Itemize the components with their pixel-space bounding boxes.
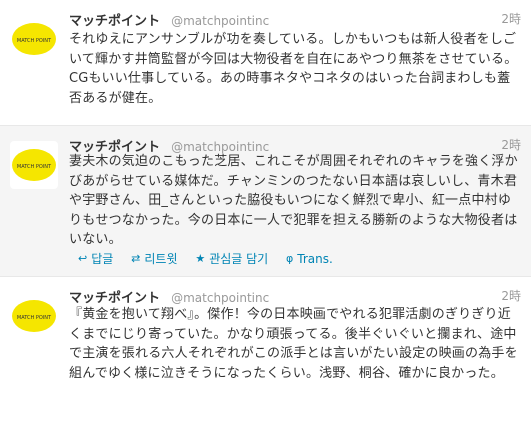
favorite-button[interactable]: ★ 관심글 담기 <box>195 250 268 267</box>
avatar-logo-text: MATCH POINT <box>17 164 52 170</box>
reply-icon: ↩ <box>78 252 88 265</box>
tweet-header: マッチポイント @matchpointinc 2時 <box>69 287 521 306</box>
avatar[interactable]: MATCH POINT <box>10 141 58 189</box>
tweet-time[interactable]: 2時 <box>501 287 521 304</box>
translate-icon: φ <box>286 252 294 265</box>
favorite-label: 관심글 담기 <box>209 252 269 266</box>
tweet-text: 妻夫木の気迫のこもった芝居、これこそが周囲それぞれのキャラを強く浮かびあがらせて… <box>69 154 518 247</box>
translate-button[interactable]: φ Trans. <box>286 252 333 266</box>
tweet-time[interactable]: 2時 <box>501 136 521 153</box>
avatar-logo-text: MATCH POINT <box>17 315 52 321</box>
retweet-label: 리트윗 <box>144 252 178 266</box>
tweet[interactable]: MATCH POINT マッチポイント @matchpointinc 2時 妻夫… <box>0 126 531 277</box>
tweet-time[interactable]: 2時 <box>501 10 521 27</box>
avatar-logo-text: MATCH POINT <box>17 38 52 44</box>
author-handle[interactable]: @matchpointinc <box>171 14 269 28</box>
reply-button[interactable]: ↩ 답글 <box>78 250 113 267</box>
tweet-text: 『黄金を抱いて翔べ』。傑作！今の日本映画でやれる犯罪活劇のぎりぎり近くまでにじり… <box>69 307 518 381</box>
author-name[interactable]: マッチポイント <box>69 14 160 29</box>
avatar[interactable]: MATCH POINT <box>10 15 58 63</box>
author-name[interactable]: マッチポイント <box>69 291 160 306</box>
author-handle[interactable]: @matchpointinc <box>171 291 269 305</box>
tweet[interactable]: MATCH POINT マッチポイント @matchpointinc 2時 『黄… <box>0 277 531 429</box>
reply-label: 답글 <box>91 252 114 266</box>
tweet[interactable]: MATCH POINT マッチポイント @matchpointinc 2時 それ… <box>0 0 531 126</box>
translate-label: Trans. <box>297 251 333 266</box>
tweet-actions: ↩ 답글 ⇄ 리트윗 ★ 관심글 담기 φ Trans. <box>78 250 347 267</box>
retweet-icon: ⇄ <box>131 252 141 265</box>
tweet-header: マッチポイント @matchpointinc 2時 <box>69 10 521 29</box>
avatar[interactable]: MATCH POINT <box>10 292 58 340</box>
retweet-button[interactable]: ⇄ 리트윗 <box>131 250 177 267</box>
tweet-text: それゆえにアンサンブルが功を奏している。しかもいつもは新人役者をしごいて輝かす井… <box>69 32 518 106</box>
star-icon: ★ <box>195 252 206 265</box>
timeline: MATCH POINT マッチポイント @matchpointinc 2時 それ… <box>0 0 531 429</box>
